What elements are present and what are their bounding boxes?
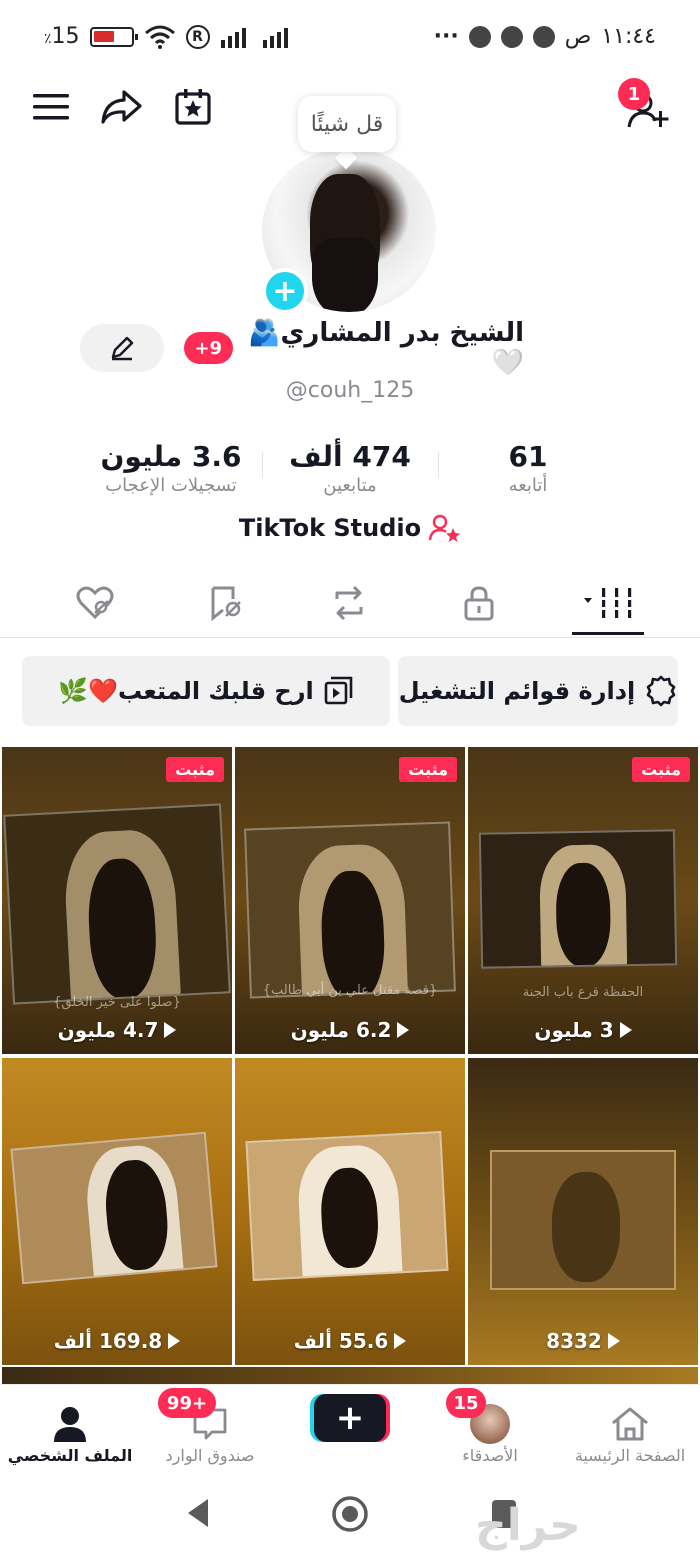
video-thumbnail[interactable]: 8332 [468, 1058, 698, 1365]
home-icon [612, 1407, 648, 1440]
view-count: 3 مليون [468, 1018, 698, 1042]
playlist-icon [324, 676, 353, 705]
nav-home[interactable]: الصفحة الرئيسية [560, 1391, 700, 1475]
pinned-badge: مثبت [632, 757, 690, 782]
name-badge[interactable]: +9 [184, 332, 233, 364]
nav-home-label: الصفحة الرئيسية [574, 1445, 686, 1465]
battery-icon [89, 26, 138, 47]
profile-name: الشيخ بدر المشاري🫂🤍 [248, 318, 524, 378]
tab-liked[interactable] [60, 578, 130, 628]
video-thumbnail[interactable]: 169.8 ألف [2, 1058, 232, 1365]
home-button-icon[interactable] [330, 1494, 370, 1534]
tab-videos[interactable] [574, 578, 644, 628]
watermark-logo: حراج [475, 1500, 581, 1551]
nav-profile-label: الملف الشخصي [7, 1445, 133, 1465]
active-tab-underline [572, 632, 644, 635]
tab-reposts[interactable] [314, 578, 384, 628]
likes-stat[interactable]: 3.6 مليون تسجيلات الإعجاب [76, 440, 266, 496]
studio-label: TikTok Studio [238, 514, 422, 542]
back-icon[interactable] [184, 1496, 212, 1530]
bookmark-hidden-icon [211, 586, 241, 621]
play-icon [168, 1333, 181, 1349]
create-button[interactable]: + [314, 1394, 386, 1442]
tiktok-studio-link[interactable]: TikTok Studio [0, 514, 700, 542]
nav-profile[interactable]: الملف الشخصي [0, 1391, 140, 1475]
clock-ampm: ص [564, 24, 592, 49]
menu-icon[interactable] [26, 82, 76, 132]
calendar-star-icon[interactable] [168, 82, 218, 132]
pinned-badge: مثبت [166, 757, 224, 782]
pencil-icon [111, 336, 134, 361]
nav-friends[interactable]: الأصدقاء [420, 1391, 560, 1475]
tab-private[interactable] [444, 578, 514, 628]
video-thumbnail[interactable]: {قصة مقتل علي بن أبي طالب} مثبت 6.2 مليو… [235, 747, 465, 1054]
lock-icon [464, 586, 494, 621]
grid-icon [584, 588, 635, 618]
play-icon [397, 1022, 410, 1038]
play-icon [164, 1022, 177, 1038]
tab-favorites[interactable] [190, 578, 260, 628]
signal-icon [220, 27, 246, 48]
tab-divider [0, 637, 700, 638]
messenger-icon [500, 25, 523, 48]
registered-icon: R [185, 24, 210, 49]
edit-profile-button[interactable] [80, 324, 164, 372]
followers-stat[interactable]: 474 ألف متابعين [255, 440, 445, 496]
battery-percent: ٪15 [44, 24, 80, 49]
play-icon [619, 1022, 632, 1038]
playlist-button[interactable]: ارح قلبك المتعب❤️🌿 [22, 656, 390, 726]
clock-time: ١١:٤٤ [601, 24, 656, 49]
status-left: ٪15 R [44, 24, 294, 49]
share-icon[interactable] [96, 82, 146, 132]
profile-icon [54, 1406, 86, 1442]
say-something-bubble[interactable]: قل شيئًا [298, 96, 396, 152]
messenger-icon [532, 25, 555, 48]
profile-name-row: +9 الشيخ بدر المشاري🫂🤍 [184, 318, 524, 378]
heart-hidden-icon [76, 586, 114, 620]
video-caption: الحفظة قرع باب الجنة [522, 985, 644, 1000]
video-thumbnail[interactable]: {صلوا على خير الخلق} مثبت 4.7 مليون [2, 747, 232, 1054]
more-notifications-icon: ··· [433, 24, 459, 49]
view-count: 6.2 مليون [235, 1018, 465, 1042]
notification-badge: 1 [618, 78, 650, 110]
system-nav-bar [0, 1480, 700, 1556]
create-plus-icon: + [335, 1398, 365, 1438]
nav-friends-label: الأصدقاء [462, 1445, 518, 1465]
view-count: 8332 [468, 1329, 698, 1353]
pinned-badge: مثبت [399, 757, 457, 782]
video-caption: {صلوا على خير الخلق} [53, 995, 181, 1010]
person-star-icon [429, 514, 461, 542]
view-count: 169.8 ألف [2, 1329, 232, 1353]
repost-icon [335, 585, 363, 621]
gear-icon [646, 675, 676, 707]
following-stat[interactable]: 61 أتابعه [433, 440, 623, 496]
add-avatar-button[interactable]: + [262, 268, 308, 314]
view-count: 4.7 مليون [2, 1018, 232, 1042]
playlist-label: ارح قلبك المتعب❤️🌿 [58, 677, 314, 705]
manage-playlists-button[interactable]: إدارة قوائم التشغيل [398, 656, 678, 726]
view-count: 55.6 ألف [235, 1329, 465, 1353]
messenger-icon [468, 25, 491, 48]
friends-badge: 15 [446, 1388, 486, 1418]
inbox-badge: 99+ [158, 1388, 216, 1418]
video-thumbnail[interactable]: 55.6 ألف [235, 1058, 465, 1365]
play-icon [607, 1333, 620, 1349]
status-right: ١١:٤٤ ص ··· [434, 24, 656, 49]
play-icon [394, 1333, 407, 1349]
status-bar: ٪15 R ١١:٤٤ ص ··· [0, 0, 700, 78]
username[interactable]: @couh_125 [0, 378, 700, 403]
video-caption: {قصة مقتل علي بن أبي طالب} [262, 983, 438, 998]
signal-icon-2 [262, 27, 288, 48]
video-thumbnail[interactable]: الحفظة قرع باب الجنة مثبت 3 مليون [468, 747, 698, 1054]
wifi-icon [144, 25, 175, 49]
manage-playlists-label: إدارة قوائم التشغيل [398, 677, 636, 705]
nav-inbox-label: صندوق الوارد [165, 1445, 255, 1465]
video-row-partial [2, 1367, 698, 1384]
